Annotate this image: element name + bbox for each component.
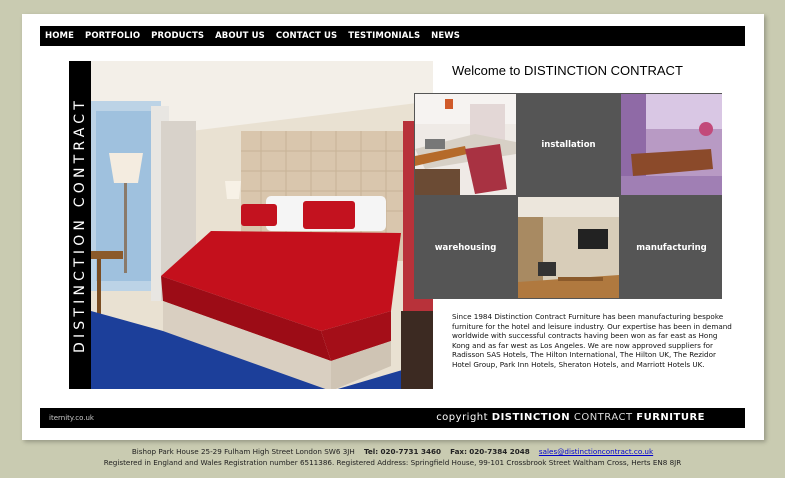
tile-warehousing-label: warehousing [434, 242, 497, 253]
address-line-2: Registered in England and Wales Registra… [103, 458, 682, 467]
email-link[interactable]: sales@distinctioncontract.co.uk [539, 447, 653, 456]
welcome-heading: Welcome to DISTINCTION CONTRACT [452, 63, 683, 78]
copyright-furniture: FURNITURE [636, 412, 705, 423]
tile-warehousing[interactable]: warehousing [415, 197, 516, 298]
nav-about-us[interactable]: ABOUT US [215, 31, 265, 41]
copyright-prefix: copyright [436, 412, 489, 423]
tile-reception-photo[interactable] [621, 94, 722, 195]
address-text: Bishop Park House 25-29 Fulham High Stre… [131, 447, 355, 456]
tile-manufacturing[interactable]: manufacturing [621, 197, 722, 298]
main-nav: HOME PORTFOLIO PRODUCTS ABOUT US CONTACT… [40, 26, 745, 46]
nav-home[interactable]: HOME [45, 31, 74, 41]
nav-testimonials[interactable]: TESTIMONIALS [348, 31, 420, 41]
nav-news[interactable]: NEWS [431, 31, 460, 41]
copyright-distinction: DISTINCTION [491, 412, 571, 423]
footer-credit-link[interactable]: iternity.co.uk [49, 414, 94, 422]
address-line-1: Bishop Park House 25-29 Fulham High Stre… [0, 447, 785, 456]
intro-paragraph: Since 1984 Distinction Contract Furnitur… [452, 312, 732, 369]
footer-copyright: copyright DISTINCTION CONTRACT FURNITURE [436, 412, 705, 423]
tel-label: Tel: [363, 447, 379, 456]
fax-number: 020-7384 2048 [469, 447, 530, 456]
hero-image: DISTINCTION CONTRACT [69, 61, 433, 389]
tile-installation-label: installation [541, 139, 596, 150]
feature-tile-grid: installation warehousing manufacturing [414, 93, 722, 299]
tile-room-photo[interactable] [518, 197, 619, 298]
tel-number: 020-7731 3460 [380, 447, 441, 456]
tile-office-photo[interactable] [415, 94, 516, 195]
tile-manufacturing-label: manufacturing [636, 242, 707, 253]
nav-portfolio[interactable]: PORTFOLIO [85, 31, 140, 41]
office-photo [415, 94, 516, 195]
vertical-logo-text: DISTINCTION CONTRACT [72, 97, 88, 353]
footer-bar: iternity.co.uk copyright DISTINCTION CON… [40, 408, 745, 428]
reception-photo [621, 94, 722, 195]
room-photo [518, 197, 619, 298]
page-container: HOME PORTFOLIO PRODUCTS ABOUT US CONTACT… [22, 14, 764, 440]
nav-products[interactable]: PRODUCTS [151, 31, 204, 41]
nav-contact-us[interactable]: CONTACT US [276, 31, 337, 41]
fax-label: Fax: [450, 447, 467, 456]
vertical-logo-strip: DISTINCTION CONTRACT [69, 61, 91, 389]
tile-installation[interactable]: installation [518, 94, 619, 195]
hotel-bedroom-photo [91, 61, 433, 389]
copyright-contract: CONTRACT [573, 412, 633, 423]
